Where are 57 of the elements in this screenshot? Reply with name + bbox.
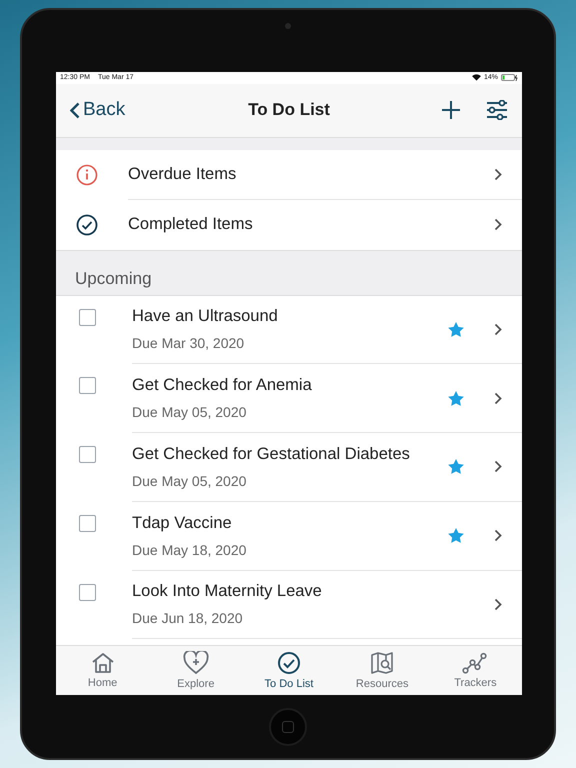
checkbox[interactable]: [79, 308, 96, 326]
check-circle-icon: [76, 214, 98, 236]
chevron-right-icon: [494, 392, 502, 405]
screen-title: To Do List: [248, 100, 330, 120]
chevron-right-icon: [494, 529, 502, 542]
due-date: Due May 05, 2020: [132, 472, 248, 489]
wifi-icon: [472, 74, 481, 82]
due-date: Due Jun 18, 2020: [132, 610, 244, 626]
filter-item[interactable]: Completed Items: [128, 215, 494, 234]
due-date: Due May 18, 2020: [132, 542, 248, 558]
checkbox[interactable]: [79, 446, 96, 464]
todo-row[interactable]: Tdap Vaccine Due May 18, 2020: [56, 502, 522, 570]
todo-row[interactable]: Get Checked for Anemia Due May 05, 2020: [56, 364, 522, 434]
todo-title: Get Checked for Anemia: [132, 376, 313, 396]
tab-bar-item[interactable]: To Do List: [242, 646, 336, 695]
star-icon[interactable]: [448, 390, 464, 406]
todo-title: Get Checked for Gestational Diabetes: [132, 444, 411, 464]
add-button[interactable]: [442, 101, 460, 120]
section-header: Upcoming: [75, 268, 152, 289]
due-date: Due May 05, 2020: [132, 404, 248, 420]
chevron-right-icon: [494, 218, 502, 232]
star-icon[interactable]: [448, 528, 464, 544]
alert-circle-icon: [76, 164, 98, 186]
todo-row[interactable]: Look Into Maternity Leave Due Jun 18, 2020: [56, 570, 522, 640]
chevron-left-icon: [70, 102, 80, 119]
tab-bar-item[interactable]: Trackers: [428, 646, 522, 695]
todo-title: Look Into Maternity Leave: [132, 582, 323, 602]
tab-bar-item[interactable]: Home: [56, 646, 150, 695]
heart-plus-icon: [182, 651, 209, 676]
home-button[interactable]: [269, 708, 307, 746]
chevron-right-icon: [494, 598, 502, 611]
checkbox[interactable]: [79, 377, 96, 394]
chevron-right-icon: [494, 460, 502, 474]
map-search-icon: [370, 651, 394, 676]
plus-icon: [442, 101, 460, 120]
todo-row[interactable]: Have an Ultrasound Due Mar 30, 2020: [56, 296, 522, 364]
star-icon[interactable]: [448, 322, 464, 337]
camera-icon: [285, 23, 291, 29]
star-icon[interactable]: [448, 459, 464, 474]
chevron-right-icon: [494, 168, 502, 181]
sliders-icon: [486, 100, 508, 120]
todo-title: Tdap Vaccine: [132, 514, 233, 533]
home-icon: [90, 652, 115, 674]
due-date: Due Mar 30, 2020: [132, 335, 246, 352]
back-button[interactable]: Back: [70, 99, 126, 122]
line-chart-icon: [462, 652, 488, 674]
checkbox[interactable]: [79, 514, 96, 532]
tab-bar-item[interactable]: Explore: [149, 646, 242, 695]
filter-item[interactable]: Overdue Items: [128, 164, 494, 184]
check-circle-icon: [277, 651, 301, 676]
todo-row[interactable]: Get Checked for Gestational Diabetes Due May 05, 2020: [56, 433, 522, 502]
todo-title: Have an Ultrasound: [132, 307, 279, 326]
battery-icon: [501, 74, 518, 82]
tab-bar-item[interactable]: Resources: [336, 646, 429, 695]
chevron-right-icon: [494, 322, 502, 336]
checkbox[interactable]: [79, 584, 96, 600]
filter-button[interactable]: [486, 100, 508, 120]
